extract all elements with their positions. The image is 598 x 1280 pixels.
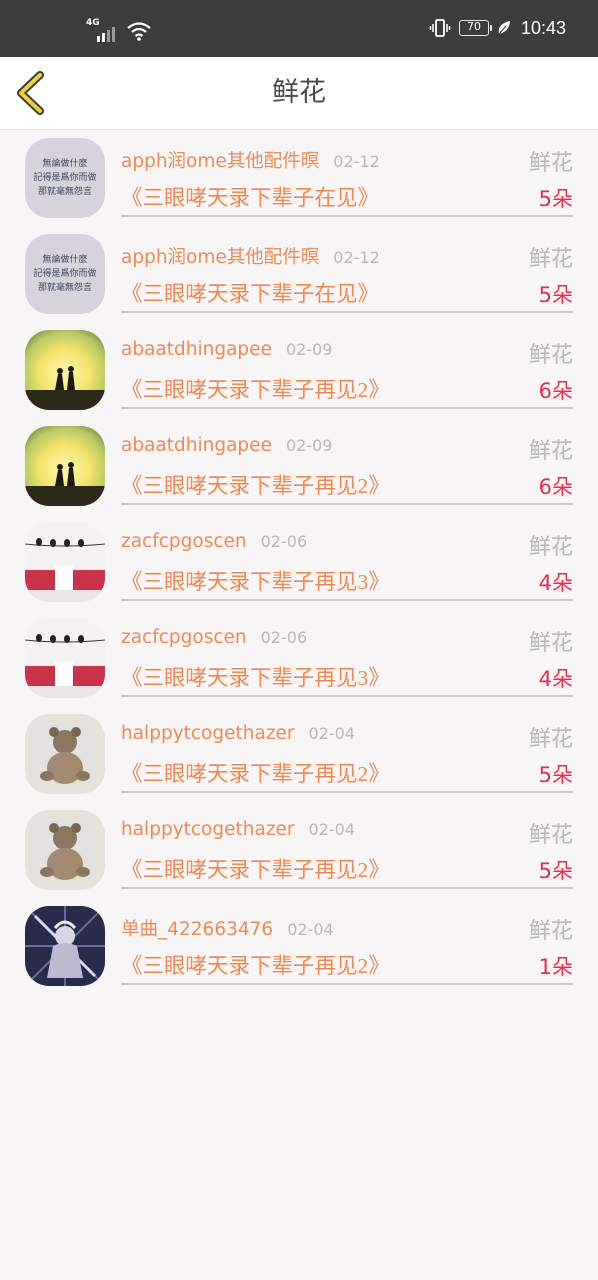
gift-type-label: 鲜花 <box>528 919 573 944</box>
sunset-couple-image[interactable] <box>25 330 105 410</box>
row-divider <box>121 311 573 313</box>
power-saving-leaf-icon <box>498 21 510 35</box>
user-name[interactable]: halppytcogethazer <box>121 723 295 744</box>
gift-type-label: 鲜花 <box>528 823 573 848</box>
gift-type-label: 鲜花 <box>528 247 573 272</box>
teddy-bear-image[interactable] <box>25 810 105 890</box>
list-item[interactable]: 单曲_422663476 02-04 鲜花 《三眼哮天录下辈子再见2》 1朵 <box>0 903 598 999</box>
avatar-text-line: 那就毫無怨言 <box>38 185 92 197</box>
user-name[interactable]: zacfcpgoscen <box>121 627 247 648</box>
gift-date: 02-04 <box>308 820 356 839</box>
flower-count: 5朵 <box>538 187 573 211</box>
avatar-text-line: 記得是爲你而做 <box>33 171 96 183</box>
quote-text-image[interactable]: 無論做什麼 記得是爲你而做 那就毫無怨言 <box>25 138 105 218</box>
avatar-text-line: 無論做什麼 <box>42 157 87 169</box>
avatar-text-line: 無論做什麼 <box>42 253 87 265</box>
song-title[interactable]: 《三眼哮天录下辈子再见2》 <box>121 853 390 884</box>
birds-wire-image[interactable] <box>25 618 105 698</box>
list-item[interactable]: zacfcpgoscen 02-06 鲜花 《三眼哮天录下辈子再见3》 4朵 <box>0 519 598 615</box>
flower-count: 4朵 <box>538 571 573 595</box>
row-divider <box>121 695 573 697</box>
page-title: 鲜花 <box>272 77 326 108</box>
song-title[interactable]: 《三眼哮天录下辈子再见2》 <box>121 373 390 404</box>
flower-count: 4朵 <box>538 667 573 691</box>
user-name[interactable]: apph润ome其他配件暝 <box>121 151 319 172</box>
flower-record-list: 無論做什麼 記得是爲你而做 那就毫無怨言 apph润ome其他配件暝 02-12 … <box>0 135 598 999</box>
gift-date: 02-04 <box>308 724 356 743</box>
gift-type-label: 鲜花 <box>528 439 573 464</box>
cellular-signal-icon: 4G <box>86 18 120 42</box>
song-title[interactable]: 《三眼哮天录下辈子在见》 <box>121 181 379 212</box>
header-bar: 鲜花 <box>0 57 598 130</box>
user-name[interactable]: halppytcogethazer <box>121 819 295 840</box>
gift-date: 02-09 <box>285 436 333 455</box>
quote-text-image[interactable]: 無論做什麼 記得是爲你而做 那就毫無怨言 <box>25 234 105 314</box>
vibrate-icon <box>429 19 451 37</box>
gift-date: 02-06 <box>260 532 308 551</box>
teddy-bear-image[interactable] <box>25 714 105 794</box>
status-bar: 4G 70 10:43 <box>0 0 598 57</box>
flower-count: 6朵 <box>538 475 573 499</box>
gift-date: 02-04 <box>287 920 334 939</box>
song-title[interactable]: 《三眼哮天录下辈子在见》 <box>121 277 379 308</box>
user-name[interactable]: zacfcpgoscen <box>121 531 247 552</box>
list-item[interactable]: halppytcogethazer 02-04 鲜花 《三眼哮天录下辈子再见2》 … <box>0 807 598 903</box>
gift-type-label: 鲜花 <box>528 727 573 752</box>
row-divider <box>121 983 573 985</box>
avatar-text-line: 那就毫無怨言 <box>38 281 92 293</box>
flower-count: 5朵 <box>538 859 573 883</box>
song-title[interactable]: 《三眼哮天录下辈子再见3》 <box>121 565 390 596</box>
gift-date: 02-09 <box>285 340 333 359</box>
gift-date: 02-12 <box>333 248 380 267</box>
row-divider <box>121 215 573 217</box>
user-name[interactable]: abaatdhingapee <box>121 339 272 360</box>
gift-type-label: 鲜花 <box>528 343 573 368</box>
row-divider <box>121 599 573 601</box>
anime-art-image[interactable] <box>25 906 105 986</box>
list-item[interactable]: abaatdhingapee 02-09 鲜花 《三眼哮天录下辈子再见2》 6朵 <box>0 327 598 423</box>
gift-type-label: 鲜花 <box>528 631 573 656</box>
user-name[interactable]: 单曲_422663476 <box>121 919 273 940</box>
flower-count: 5朵 <box>538 283 573 307</box>
list-item[interactable]: zacfcpgoscen 02-06 鲜花 《三眼哮天录下辈子再见3》 4朵 <box>0 615 598 711</box>
list-item[interactable]: 無論做什麼 記得是爲你而做 那就毫無怨言 apph润ome其他配件暝 02-12 … <box>0 135 598 231</box>
gift-date: 02-12 <box>333 152 380 171</box>
list-item[interactable]: abaatdhingapee 02-09 鲜花 《三眼哮天录下辈子再见2》 6朵 <box>0 423 598 519</box>
clock: 10:43 <box>520 17 566 38</box>
battery-icon: 70 <box>458 20 492 36</box>
wifi-icon <box>127 22 151 41</box>
sunset-couple-image[interactable] <box>25 426 105 506</box>
list-item[interactable]: halppytcogethazer 02-04 鲜花 《三眼哮天录下辈子再见2》 … <box>0 711 598 807</box>
user-name[interactable]: apph润ome其他配件暝 <box>121 247 319 268</box>
gift-type-label: 鲜花 <box>528 535 573 560</box>
birds-wire-image[interactable] <box>25 522 105 602</box>
song-title[interactable]: 《三眼哮天录下辈子再见2》 <box>121 949 390 980</box>
row-divider <box>121 503 573 505</box>
battery-level: 70 <box>466 20 481 33</box>
gift-type-label: 鲜花 <box>528 151 573 176</box>
song-title[interactable]: 《三眼哮天录下辈子再见2》 <box>121 757 390 788</box>
avatar-text-line: 記得是爲你而做 <box>33 267 96 279</box>
list-item[interactable]: 無論做什麼 記得是爲你而做 那就毫無怨言 apph润ome其他配件暝 02-12 … <box>0 231 598 327</box>
user-name[interactable]: abaatdhingapee <box>121 435 272 456</box>
row-divider <box>121 407 573 409</box>
flower-count: 1朵 <box>538 955 573 979</box>
gift-date: 02-06 <box>260 628 308 647</box>
flower-count: 6朵 <box>538 379 573 403</box>
song-title[interactable]: 《三眼哮天录下辈子再见2》 <box>121 469 390 500</box>
row-divider <box>121 887 573 889</box>
row-divider <box>121 791 573 793</box>
flower-count: 5朵 <box>538 763 573 787</box>
song-title[interactable]: 《三眼哮天录下辈子再见3》 <box>121 661 390 692</box>
